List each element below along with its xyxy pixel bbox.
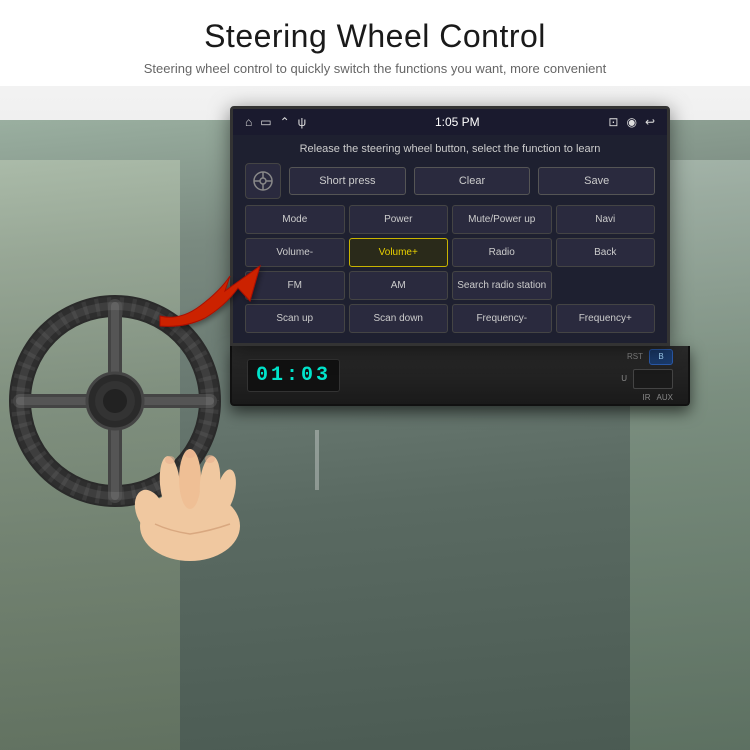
hw-mid-row: U	[621, 369, 673, 389]
navi-button[interactable]: Navi	[556, 205, 656, 234]
status-icons-left: ⌂ ▭ ⌃ ψ	[245, 115, 306, 129]
page-wrapper: Steering Wheel Control Steering wheel co…	[0, 0, 750, 750]
hw-time-text: 01:03	[256, 364, 331, 387]
up-arrow-icon: ⌃	[280, 115, 290, 129]
frequency-up-button[interactable]: Frequency+	[556, 304, 656, 333]
hw-display-area: 01:03	[247, 359, 621, 392]
radio-unit: ⌂ ▭ ⌃ ψ 1:05 PM ⊡ ◉ ↩ Release the steeri…	[230, 106, 690, 406]
clear-button[interactable]: Clear	[414, 167, 531, 195]
back-icon: ↩	[645, 115, 655, 129]
head-unit-screen: ⌂ ▭ ⌃ ψ 1:05 PM ⊡ ◉ ↩ Release the steeri…	[230, 106, 670, 346]
short-press-button[interactable]: Short press	[289, 167, 406, 195]
top-buttons-row: Short press Clear Save	[245, 163, 655, 199]
hw-card-slot	[633, 369, 673, 389]
page-subtitle: Steering wheel control to quickly switch…	[20, 61, 730, 76]
location-icon: ◉	[626, 115, 636, 129]
u-label: U	[621, 374, 627, 383]
page-title: Steering Wheel Control	[20, 18, 730, 55]
status-time: 1:05 PM	[435, 115, 480, 129]
hw-clock-display: 01:03	[247, 359, 340, 392]
content-area: ⌂ ▭ ⌃ ψ 1:05 PM ⊡ ◉ ↩ Release the steeri…	[0, 86, 750, 750]
b-button[interactable]: B	[649, 349, 673, 365]
hw-bot-row: IR AUX	[643, 393, 673, 402]
mute-power-up-button[interactable]: Mute/Power up	[452, 205, 552, 234]
rst-label: RST	[627, 352, 643, 361]
function-buttons-grid: Mode Power Mute/Power up Navi Volume- Vo…	[245, 205, 655, 333]
steering-wheel-icon	[245, 163, 281, 199]
arrow-container	[150, 246, 280, 341]
frequency-down-button[interactable]: Frequency-	[452, 304, 552, 333]
home-icon: ⌂	[245, 115, 252, 129]
radio-button[interactable]: Radio	[452, 238, 552, 267]
title-section: Steering Wheel Control Steering wheel co…	[0, 0, 750, 86]
screen-content: Release the steering wheel button, selec…	[233, 135, 667, 343]
instruction-text: Release the steering wheel button, selec…	[245, 143, 655, 155]
scan-down-button[interactable]: Scan down	[349, 304, 449, 333]
usb-icon: ψ	[298, 115, 307, 129]
hand	[100, 416, 280, 566]
am-button[interactable]: AM	[349, 271, 449, 300]
aux-label: AUX	[657, 393, 673, 402]
search-radio-button[interactable]: Search radio station	[452, 271, 552, 300]
hardware-unit: 01:03 RST B U IR AUX	[230, 346, 690, 406]
status-bar: ⌂ ▭ ⌃ ψ 1:05 PM ⊡ ◉ ↩	[233, 109, 667, 135]
save-button[interactable]: Save	[538, 167, 655, 195]
hw-controls: RST B U IR AUX	[621, 349, 673, 402]
screen-icon: ▭	[260, 115, 271, 129]
mode-button[interactable]: Mode	[245, 205, 345, 234]
hw-top-row: RST B	[627, 349, 673, 365]
power-button[interactable]: Power	[349, 205, 449, 234]
red-arrow-icon	[150, 246, 280, 336]
empty-cell	[556, 271, 656, 300]
status-icons-right: ⊡ ◉ ↩	[608, 115, 655, 129]
cast-icon: ⊡	[608, 115, 618, 129]
back-button[interactable]: Back	[556, 238, 656, 267]
volume-up-button[interactable]: Volume+	[349, 238, 449, 267]
ir-label: IR	[643, 393, 651, 402]
hand-svg	[100, 416, 280, 566]
